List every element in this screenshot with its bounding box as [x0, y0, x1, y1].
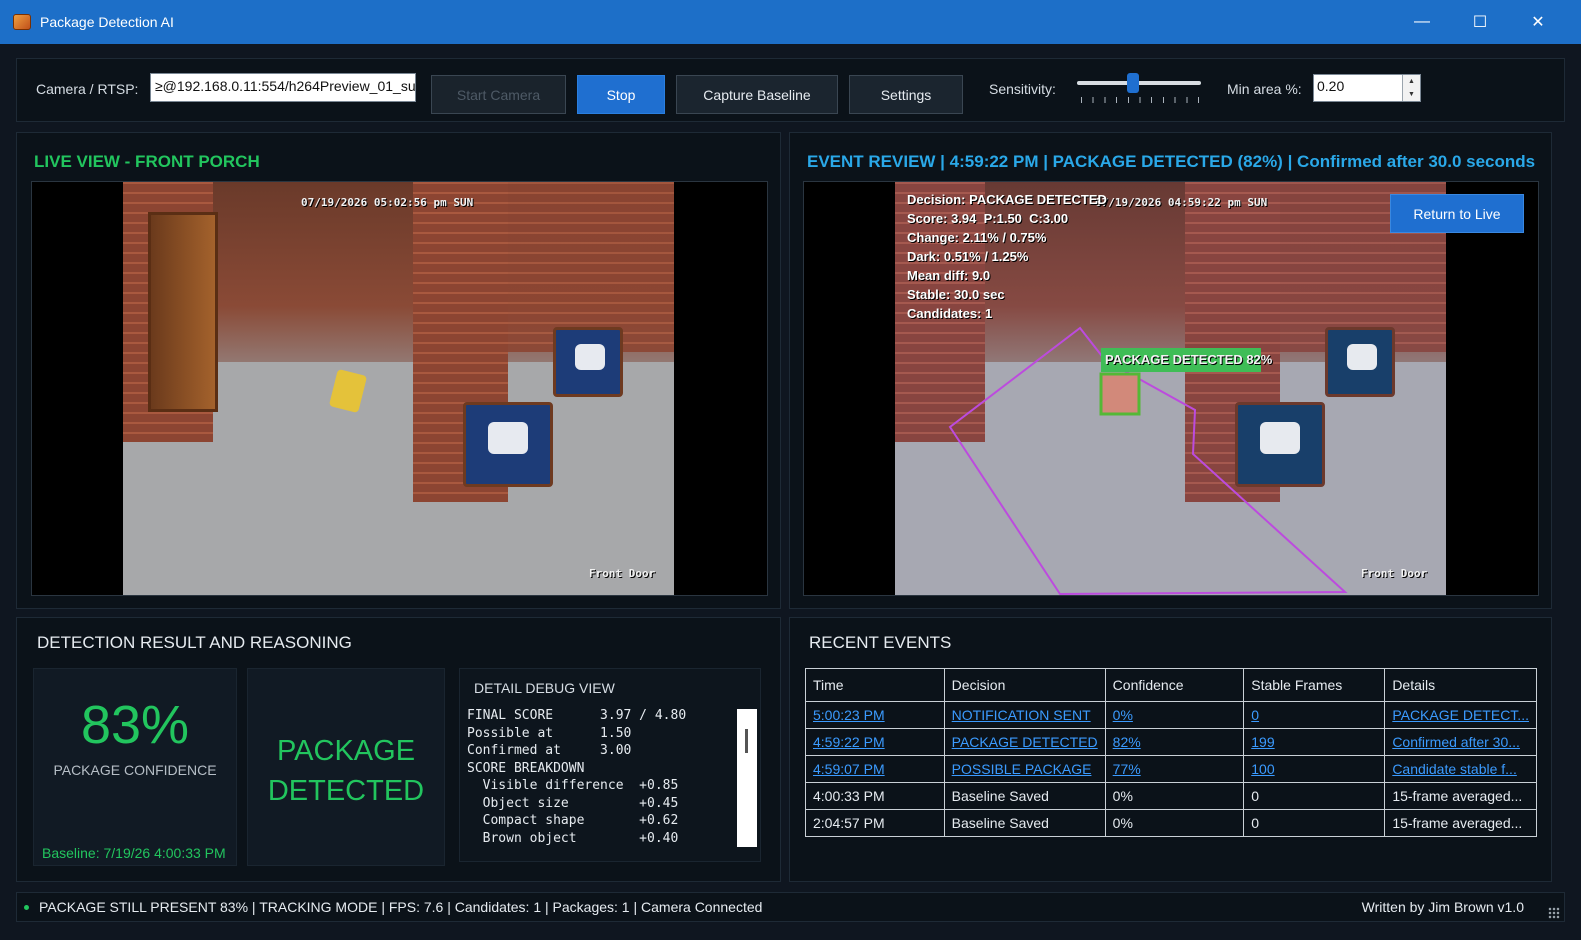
- sensitivity-label: Sensitivity:: [989, 81, 1056, 97]
- author-version: Written by Jim Brown v1.0: [1361, 899, 1524, 915]
- review-camera-name: Front Door: [1361, 567, 1428, 580]
- event-decision-link[interactable]: PACKAGE DETECTED: [952, 734, 1098, 750]
- review-video: PACKAGE DETECTED 82% 07/19/2026 04:59:22…: [803, 181, 1539, 596]
- event-time: 2:04:57 PM: [805, 809, 945, 837]
- live-view-panel: LIVE VIEW - FRONT PORCH 07/19/2026 05:02…: [16, 132, 781, 609]
- table-row[interactable]: 5:00:23 PM NOTIFICATION SENT 0% 0 PACKAG…: [805, 701, 1537, 729]
- slider-ticks: [1081, 97, 1199, 103]
- live-camera-frame: 07/19/2026 05:02:56 pm SUN Front Door: [123, 182, 674, 595]
- decision-text: PACKAGE DETECTED: [248, 731, 444, 811]
- min-area-stepper[interactable]: 0.20 ▲ ▼: [1313, 74, 1421, 102]
- event-confidence: 0%: [1104, 809, 1245, 837]
- front-door: [148, 212, 218, 412]
- event-decision: Baseline Saved: [943, 782, 1106, 810]
- event-details-link[interactable]: Candidate stable f...: [1392, 761, 1517, 777]
- event-time-link[interactable]: 5:00:23 PM: [813, 707, 885, 723]
- col-stable-frames[interactable]: Stable Frames: [1243, 668, 1386, 702]
- scrollbar-thumb[interactable]: [745, 729, 748, 753]
- stepper-up-icon[interactable]: ▲: [1408, 78, 1415, 85]
- col-details[interactable]: Details: [1384, 668, 1537, 702]
- capture-baseline-button[interactable]: Capture Baseline: [676, 75, 838, 114]
- col-time[interactable]: Time: [805, 668, 945, 702]
- event-details: 15-frame averaged...: [1384, 809, 1537, 837]
- detection-result-title: DETECTION RESULT AND REASONING: [37, 633, 352, 652]
- confidence-value: 83%: [80, 695, 190, 755]
- live-view-title: LIVE VIEW - FRONT PORCH: [34, 152, 260, 171]
- event-details-link[interactable]: Confirmed after 30...: [1392, 734, 1520, 750]
- review-camera-frame: PACKAGE DETECTED 82% 07/19/2026 04:59:22…: [895, 182, 1446, 595]
- event-confidence-link[interactable]: 82%: [1113, 734, 1141, 750]
- toolbar: Camera / RTSP: ≥@192.168.0.11:554/h264Pr…: [16, 58, 1565, 122]
- event-frames-link[interactable]: 0: [1251, 707, 1259, 723]
- table-row[interactable]: 4:59:22 PM PACKAGE DETECTED 82% 199 Conf…: [805, 728, 1537, 756]
- event-time-link[interactable]: 4:59:22 PM: [813, 734, 885, 750]
- event-time: 4:00:33 PM: [805, 782, 945, 810]
- decision-line-1: PACKAGE: [276, 735, 416, 767]
- close-button[interactable]: ✕: [1509, 0, 1567, 44]
- sensitivity-slider[interactable]: [1077, 73, 1203, 107]
- debug-title: DETAIL DEBUG VIEW: [474, 680, 615, 696]
- settings-button[interactable]: Settings: [849, 75, 963, 114]
- min-area-value: 0.20: [1317, 78, 1345, 94]
- stepper-down-icon[interactable]: ▼: [1408, 91, 1415, 98]
- event-confidence-link[interactable]: 0%: [1113, 707, 1133, 723]
- detection-box-label: PACKAGE DETECTED 82%: [1105, 352, 1273, 367]
- event-decision-link[interactable]: NOTIFICATION SENT: [952, 707, 1091, 723]
- maximize-icon: ☐: [1472, 14, 1488, 31]
- debug-scrollbar[interactable]: [737, 709, 757, 847]
- baseline-timestamp: Baseline: 7/19/26 4:00:33 PM: [42, 845, 226, 861]
- stepper-arrows[interactable]: ▲ ▼: [1402, 75, 1420, 101]
- live-video: 07/19/2026 05:02:56 pm SUN Front Door: [31, 181, 768, 596]
- analysis-overlay: Decision: PACKAGE DETECTED Score: 3.94 P…: [907, 192, 1107, 321]
- debug-view: DETAIL DEBUG VIEW FINAL SCORE 3.97 / 4.8…: [459, 668, 761, 862]
- event-review-title: EVENT REVIEW | 4:59:22 PM | PACKAGE DETE…: [807, 152, 1536, 171]
- confidence-card: 83% PACKAGE CONFIDENCE Baseline: 7/19/26…: [33, 668, 237, 866]
- start-camera-button[interactable]: Start Camera: [431, 75, 566, 114]
- rtsp-input[interactable]: ≥@192.168.0.11:554/h264Preview_01_sub: [150, 73, 416, 102]
- event-frames: 0: [1243, 809, 1386, 837]
- status-text: PACKAGE STILL PRESENT 83% | TRACKING MOD…: [39, 899, 763, 915]
- review-timestamp: 07/19/2026 04:59:22 pm SUN: [1095, 196, 1268, 209]
- col-decision[interactable]: Decision: [943, 668, 1106, 702]
- recent-events-title: RECENT EVENTS: [809, 633, 952, 652]
- event-decision: Baseline Saved: [943, 809, 1106, 837]
- minimize-icon: —: [1414, 13, 1430, 30]
- event-details-link[interactable]: PACKAGE DETECT...: [1392, 707, 1529, 723]
- event-confidence: 0%: [1104, 782, 1245, 810]
- title-bar: Package Detection AI — ☐ ✕: [0, 0, 1581, 44]
- table-row[interactable]: 4:00:33 PM Baseline Saved 0% 0 15-frame …: [805, 782, 1537, 810]
- event-frames: 0: [1243, 782, 1386, 810]
- decision-card: PACKAGE DETECTED: [247, 668, 445, 866]
- live-timestamp: 07/19/2026 05:02:56 pm SUN: [301, 196, 474, 209]
- col-confidence[interactable]: Confidence: [1104, 668, 1245, 702]
- close-icon: ✕: [1531, 14, 1545, 31]
- event-confidence-link[interactable]: 77%: [1113, 761, 1141, 777]
- camera-label: Camera / RTSP:: [36, 81, 139, 97]
- min-area-label: Min area %:: [1227, 81, 1302, 97]
- window-title: Package Detection AI: [40, 14, 174, 30]
- live-camera-name: Front Door: [589, 567, 656, 580]
- slider-thumb[interactable]: [1127, 73, 1140, 93]
- debug-text: FINAL SCORE 3.97 / 4.80 Possible at 1.50…: [467, 708, 687, 846]
- event-details: 15-frame averaged...: [1384, 782, 1537, 810]
- event-review-panel: EVENT REVIEW | 4:59:22 PM | PACKAGE DETE…: [789, 132, 1552, 609]
- decision-line-2: DETECTED: [267, 775, 425, 807]
- confidence-label: PACKAGE CONFIDENCE: [53, 762, 217, 778]
- table-row[interactable]: 2:04:57 PM Baseline Saved 0% 0 15-frame …: [805, 809, 1537, 837]
- events-table: Time Decision Confidence Stable Frames D…: [805, 668, 1537, 837]
- event-decision-link[interactable]: POSSIBLE PACKAGE: [952, 761, 1092, 777]
- minimize-button[interactable]: —: [1393, 0, 1451, 44]
- event-frames-link[interactable]: 199: [1251, 734, 1274, 750]
- stop-button[interactable]: Stop: [577, 75, 665, 114]
- event-frames-link[interactable]: 100: [1251, 761, 1274, 777]
- maximize-button[interactable]: ☐: [1451, 0, 1509, 44]
- resize-grip-icon[interactable]: [1548, 907, 1560, 919]
- app-icon: [13, 14, 31, 30]
- status-bar: PACKAGE STILL PRESENT 83% | TRACKING MOD…: [16, 892, 1565, 922]
- status-indicator-icon: [24, 905, 29, 910]
- table-header-row: Time Decision Confidence Stable Frames D…: [805, 668, 1537, 702]
- table-row[interactable]: 4:59:07 PM POSSIBLE PACKAGE 77% 100 Cand…: [805, 755, 1537, 783]
- return-to-live-button[interactable]: Return to Live: [1390, 194, 1524, 233]
- event-time-link[interactable]: 4:59:07 PM: [813, 761, 885, 777]
